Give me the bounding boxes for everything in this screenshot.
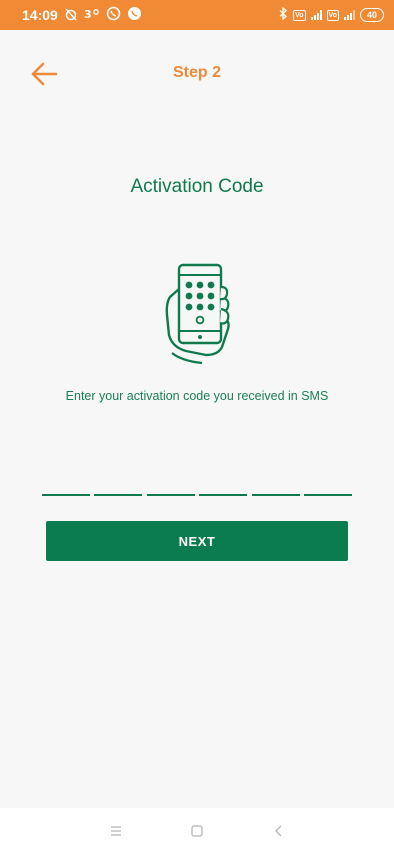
status-bar: 14:09 3 Vo Vo 40 xyxy=(0,0,394,30)
next-button[interactable]: NEXT xyxy=(46,521,348,561)
alarm-off-icon xyxy=(64,7,78,24)
volte-icon: Vo xyxy=(293,9,306,21)
activation-code-inputs xyxy=(42,474,352,496)
menu-icon xyxy=(111,826,121,836)
step-title: Step 2 xyxy=(172,64,221,81)
temperature-icon: 3 xyxy=(84,7,100,24)
whatsapp-icon xyxy=(127,6,142,24)
status-time: 14:09 xyxy=(22,7,58,23)
viber-icon xyxy=(106,6,121,24)
bluetooth-icon xyxy=(279,6,288,23)
nav-home-button[interactable] xyxy=(188,822,206,840)
chevron-left-icon xyxy=(275,825,282,837)
nav-back-button[interactable] xyxy=(270,822,288,840)
system-nav-bar xyxy=(0,808,394,854)
code-digit-3[interactable] xyxy=(146,474,195,496)
page-title: Activation Code xyxy=(130,176,264,197)
code-digit-4[interactable] xyxy=(199,474,248,496)
code-digit-5[interactable] xyxy=(251,474,300,496)
code-digit-6[interactable] xyxy=(303,474,352,496)
status-right: Vo Vo 40 xyxy=(279,6,384,23)
status-left: 14:09 3 xyxy=(22,6,142,24)
nav-menu-button[interactable] xyxy=(107,822,125,840)
signal-icon-2 xyxy=(343,10,355,20)
instruction-text: Enter your activation code you received … xyxy=(65,389,329,403)
battery-indicator: 40 xyxy=(359,8,384,22)
volte-icon-2: Vo xyxy=(326,9,339,21)
signal-icon xyxy=(310,10,322,20)
home-square-icon xyxy=(191,825,203,837)
code-digit-2[interactable] xyxy=(94,474,143,496)
code-digit-1[interactable] xyxy=(42,474,90,496)
svg-text:3: 3 xyxy=(84,8,92,21)
phone-keypad-hand-icon xyxy=(162,263,232,365)
